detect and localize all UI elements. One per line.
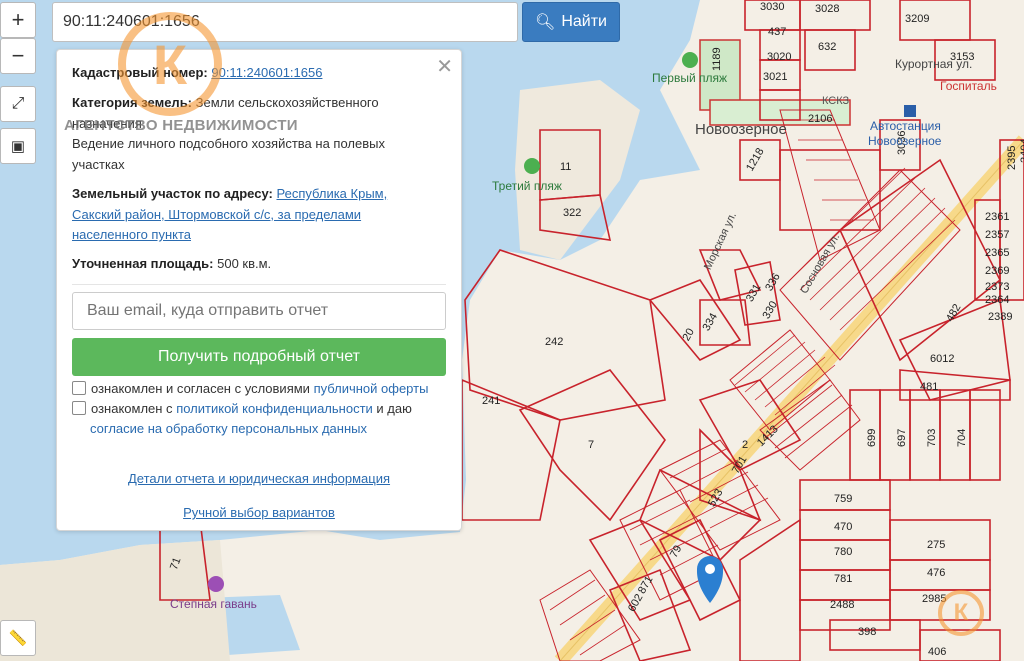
svg-text:2389: 2389 <box>988 311 1012 323</box>
svg-text:3021: 3021 <box>763 71 787 83</box>
ruler-icon: 📏 <box>8 630 28 647</box>
zoom-in-button[interactable]: + <box>0 2 36 38</box>
svg-text:780: 780 <box>834 546 852 558</box>
consent-offer-text: ознакомлен и согласен с условиями <box>91 381 314 396</box>
zoom-out-button[interactable]: − <box>0 38 36 74</box>
svg-text:699: 699 <box>866 429 878 447</box>
svg-text:703: 703 <box>926 429 938 447</box>
cadastral-number-link[interactable]: 90:11:240601:1656 <box>211 65 322 80</box>
search-input[interactable] <box>52 2 518 42</box>
print-button[interactable]: ▣ <box>0 128 36 164</box>
expand-icon: ⤢ <box>11 95 25 112</box>
svg-text:481: 481 <box>920 381 938 393</box>
svg-text:2373: 2373 <box>985 281 1009 293</box>
search-button-label: Найти <box>561 13 607 30</box>
svg-text:437: 437 <box>768 26 786 38</box>
svg-text:3020: 3020 <box>767 51 791 63</box>
get-report-button[interactable]: Получить подробный отчет <box>72 338 446 376</box>
ruler-button[interactable]: 📏 <box>0 620 36 656</box>
svg-text:3028: 3028 <box>815 3 839 15</box>
svg-text:275: 275 <box>927 539 945 551</box>
svg-text:241: 241 <box>482 395 500 407</box>
consent-offer-checkbox[interactable] <box>72 381 86 395</box>
svg-text:Первый пляж: Первый пляж <box>652 71 727 85</box>
search-button[interactable]: 🔍︎ Найти <box>522 2 620 42</box>
svg-text:3030: 3030 <box>760 1 784 13</box>
harbor-marker <box>208 576 224 592</box>
svg-text:Автостанция: Автостанция <box>870 119 941 133</box>
svg-text:781: 781 <box>834 573 852 585</box>
svg-text:6012: 6012 <box>930 353 954 365</box>
manual-selection-link[interactable]: Ручной выбор вариантов <box>183 505 335 520</box>
svg-text:2: 2 <box>742 439 748 451</box>
svg-text:406: 406 <box>928 646 946 658</box>
svg-text:2106: 2106 <box>808 113 832 125</box>
svg-text:КСКЗ: КСКЗ <box>822 95 850 107</box>
divider <box>72 284 446 285</box>
consent-offer-row: ознакомлен и согласен с условиями публич… <box>72 379 452 399</box>
use-value: Ведение личного подсобного хозяйства на … <box>72 136 385 172</box>
area-value: 500 кв.м. <box>217 256 272 271</box>
printer-icon: ▣ <box>10 138 26 155</box>
address-row: Земельный участок по адресу: Республика … <box>72 184 422 246</box>
svg-text:Новоозерное: Новоозерное <box>868 134 942 148</box>
svg-text:7: 7 <box>588 439 594 451</box>
svg-text:322: 322 <box>563 207 581 219</box>
fullscreen-button[interactable]: ⤢ <box>0 86 36 122</box>
svg-text:2369: 2369 <box>985 265 1009 277</box>
svg-text:242: 242 <box>545 336 563 348</box>
agency-logo-small: К <box>938 590 984 636</box>
agency-watermark-text: АГЕНТСТВО НЕДВИЖИМОСТИ <box>64 117 298 134</box>
svg-text:2365: 2365 <box>985 247 1009 259</box>
svg-text:11: 11 <box>560 161 571 173</box>
svg-text:2395: 2395 <box>1006 146 1018 170</box>
svg-text:704: 704 <box>956 429 968 447</box>
agency-logo-small-letter: К <box>953 599 969 626</box>
beach-marker-1 <box>682 52 698 68</box>
consent-privacy-text: ознакомлен с <box>91 401 177 416</box>
area-row: Уточненная площадь: 500 кв.м. <box>72 254 422 275</box>
search-icon: 🔍︎ <box>535 14 556 31</box>
svg-text:Степная гавань: Степная гавань <box>170 597 257 611</box>
svg-text:697: 697 <box>896 429 908 447</box>
agency-logo: К <box>118 12 222 116</box>
privacy-policy-link[interactable]: политикой конфиденциальности <box>176 401 373 416</box>
address-label: Земельный участок по адресу: <box>72 186 273 201</box>
svg-text:2404: 2404 <box>1019 139 1024 163</box>
svg-text:Госпиталь: Госпиталь <box>940 79 997 93</box>
svg-text:Курортная ул.: Курортная ул. <box>895 57 972 71</box>
personal-data-consent-link[interactable]: согласие на обработку персональных данны… <box>90 421 367 436</box>
beach-marker-2 <box>524 158 540 174</box>
svg-text:2488: 2488 <box>830 599 854 611</box>
svg-text:470: 470 <box>834 521 852 533</box>
area-label: Уточненная площадь: <box>72 256 214 271</box>
svg-text:398: 398 <box>858 626 876 638</box>
email-field[interactable] <box>72 292 446 330</box>
svg-text:476: 476 <box>927 567 945 579</box>
svg-text:759: 759 <box>834 493 852 505</box>
svg-text:1189: 1189 <box>711 47 723 71</box>
svg-text:2357: 2357 <box>985 229 1009 241</box>
close-icon[interactable]: ✕ <box>436 54 453 79</box>
bus-station-marker <box>904 105 916 117</box>
svg-text:2364: 2364 <box>985 294 1009 306</box>
consent-privacy-mid: и даю <box>372 401 412 416</box>
svg-text:Новоозерное: Новоозерное <box>695 121 787 138</box>
svg-text:2361: 2361 <box>985 211 1009 223</box>
consent-privacy-checkbox[interactable] <box>72 401 86 415</box>
svg-text:Третий пляж: Третий пляж <box>492 179 562 193</box>
agency-logo-letter: К <box>152 32 188 96</box>
consent-privacy-row: ознакомлен с политикой конфиденциальност… <box>72 399 452 439</box>
svg-text:632: 632 <box>818 41 836 53</box>
svg-text:3209: 3209 <box>905 13 929 25</box>
report-details-link[interactable]: Детали отчета и юридическая информация <box>128 471 390 486</box>
public-offer-link[interactable]: публичной оферты <box>314 381 429 396</box>
